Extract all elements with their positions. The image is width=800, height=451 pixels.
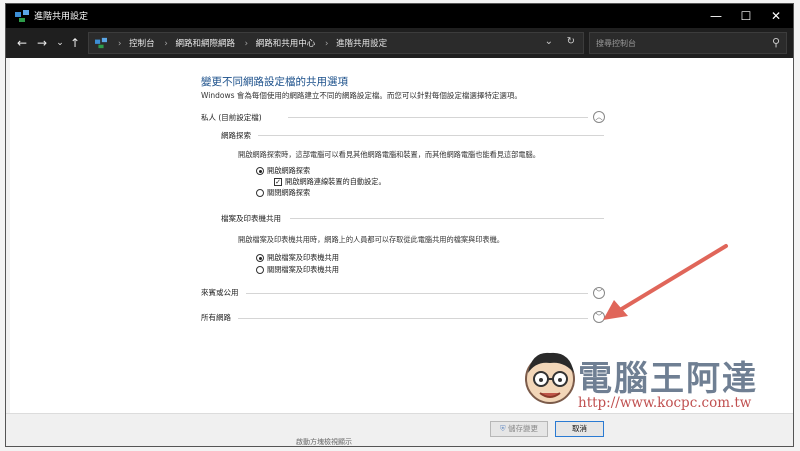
minimize-button[interactable]: —: [701, 6, 731, 26]
cancel-button[interactable]: 取消: [555, 421, 604, 437]
taskbar-tooltip: 啟動方塊檢視顯示: [296, 438, 352, 446]
divider: [238, 318, 588, 319]
breadcrumb-network-sharing-center[interactable]: 網路和共用中心: [256, 39, 316, 49]
file-printer-sharing-text: 開啟檔案及印表機共用時，網路上的人員都可以存取從此電腦共用的檔案與印表機。: [238, 235, 504, 244]
file-sharing-on-radio[interactable]: [256, 254, 264, 262]
breadcrumb-advanced-sharing[interactable]: 進階共用設定: [336, 39, 387, 49]
save-changes-label: 儲存變更: [508, 424, 538, 433]
page-description: Windows 會為每個使用的網路建立不同的網路設定檔。而您可以針對每個設定檔選…: [201, 91, 522, 100]
page-title: 變更不同網路設定檔的共用選項: [201, 76, 348, 88]
breadcrumb-network-internet[interactable]: 網路和網際網路: [175, 39, 235, 49]
network-center-icon: [95, 37, 107, 49]
divider: [288, 117, 588, 118]
network-discovery-off-label[interactable]: 關閉網路探索: [267, 188, 310, 198]
network-discovery-text: 開啟網路探索時，這部電腦可以看見其他網路電腦和裝置，而其他網路電腦也能看見這部電…: [238, 150, 540, 159]
watermark-brand: 電腦王阿達: [578, 359, 758, 399]
divider: [258, 135, 604, 136]
file-sharing-off-radio[interactable]: [256, 266, 264, 274]
network-discovery-off-radio[interactable]: [256, 189, 264, 197]
left-edge: [6, 58, 10, 413]
network-center-icon: [15, 10, 29, 22]
breadcrumb-separator-icon: ›: [118, 39, 122, 49]
maximize-button[interactable]: ☐: [731, 6, 761, 26]
auto-setup-checkbox[interactable]: ✓: [274, 178, 282, 186]
all-networks-header[interactable]: 所有網路: [201, 312, 231, 323]
save-changes-button[interactable]: ⛨ 儲存變更: [490, 421, 548, 437]
network-discovery-on-radio[interactable]: [256, 167, 264, 175]
breadcrumb-separator-icon: ›: [244, 39, 249, 49]
address-toolbar: ← → ⌄ ↑ › 控制台 › 網路和網際網路 › 網路和共用中心 › 進階共用…: [6, 28, 793, 58]
breadcrumb-separator-icon: ›: [164, 39, 168, 49]
window-title: 進階共用設定: [34, 12, 89, 22]
network-discovery-title: 網路探索: [221, 131, 251, 140]
guest-public-header[interactable]: 來賓或公用: [201, 287, 239, 298]
watermark: 電腦王阿達 http://www.kocpc.com.tw: [520, 345, 765, 420]
expand-chevron-down-icon[interactable]: ﹀: [593, 311, 605, 323]
divider: [246, 293, 588, 294]
breadcrumb-separator-icon: ›: [324, 39, 329, 49]
file-sharing-off-label[interactable]: 關閉檔案及印表機共用: [267, 265, 339, 275]
auto-setup-label[interactable]: 開啟網路連線裝置的自動設定。: [285, 177, 386, 187]
refresh-icon[interactable]: ↻: [567, 36, 575, 47]
shield-icon: ⛨: [499, 424, 506, 433]
search-box[interactable]: 搜尋控制台 ⚲: [589, 32, 787, 54]
expand-chevron-down-icon[interactable]: ﹀: [593, 287, 605, 299]
address-dropdown-icon[interactable]: ⌄: [545, 36, 553, 47]
recent-locations-button[interactable]: ⌄: [52, 34, 68, 52]
divider: [290, 218, 604, 219]
address-field[interactable]: › 控制台 › 網路和網際網路 › 網路和共用中心 › 進階共用設定 ⌄ ↻: [88, 32, 584, 54]
up-button[interactable]: ↑: [67, 34, 83, 52]
collapse-chevron-up-icon[interactable]: ︿: [593, 111, 605, 123]
title-bar: 進階共用設定 — ☐ ✕: [6, 4, 793, 28]
network-discovery-on-label[interactable]: 開啟網路探索: [267, 166, 310, 176]
breadcrumb: › 控制台 › 網路和網際網路 › 網路和共用中心 › 進階共用設定: [113, 37, 389, 49]
file-sharing-on-label[interactable]: 開啟檔案及印表機共用: [267, 253, 339, 263]
watermark-url: http://www.kocpc.com.tw: [578, 395, 752, 411]
breadcrumb-control-panel[interactable]: 控制台: [129, 39, 155, 49]
search-icon[interactable]: ⚲: [772, 36, 780, 49]
forward-button[interactable]: →: [34, 34, 50, 52]
mascot-logo-icon: [525, 352, 575, 404]
back-button[interactable]: ←: [14, 34, 30, 52]
close-button[interactable]: ✕: [761, 6, 791, 26]
search-placeholder: 搜尋控制台: [596, 39, 636, 48]
private-profile-header[interactable]: 私人 (目前設定檔): [201, 112, 262, 123]
file-printer-sharing-title: 檔案及印表機共用: [221, 214, 281, 223]
